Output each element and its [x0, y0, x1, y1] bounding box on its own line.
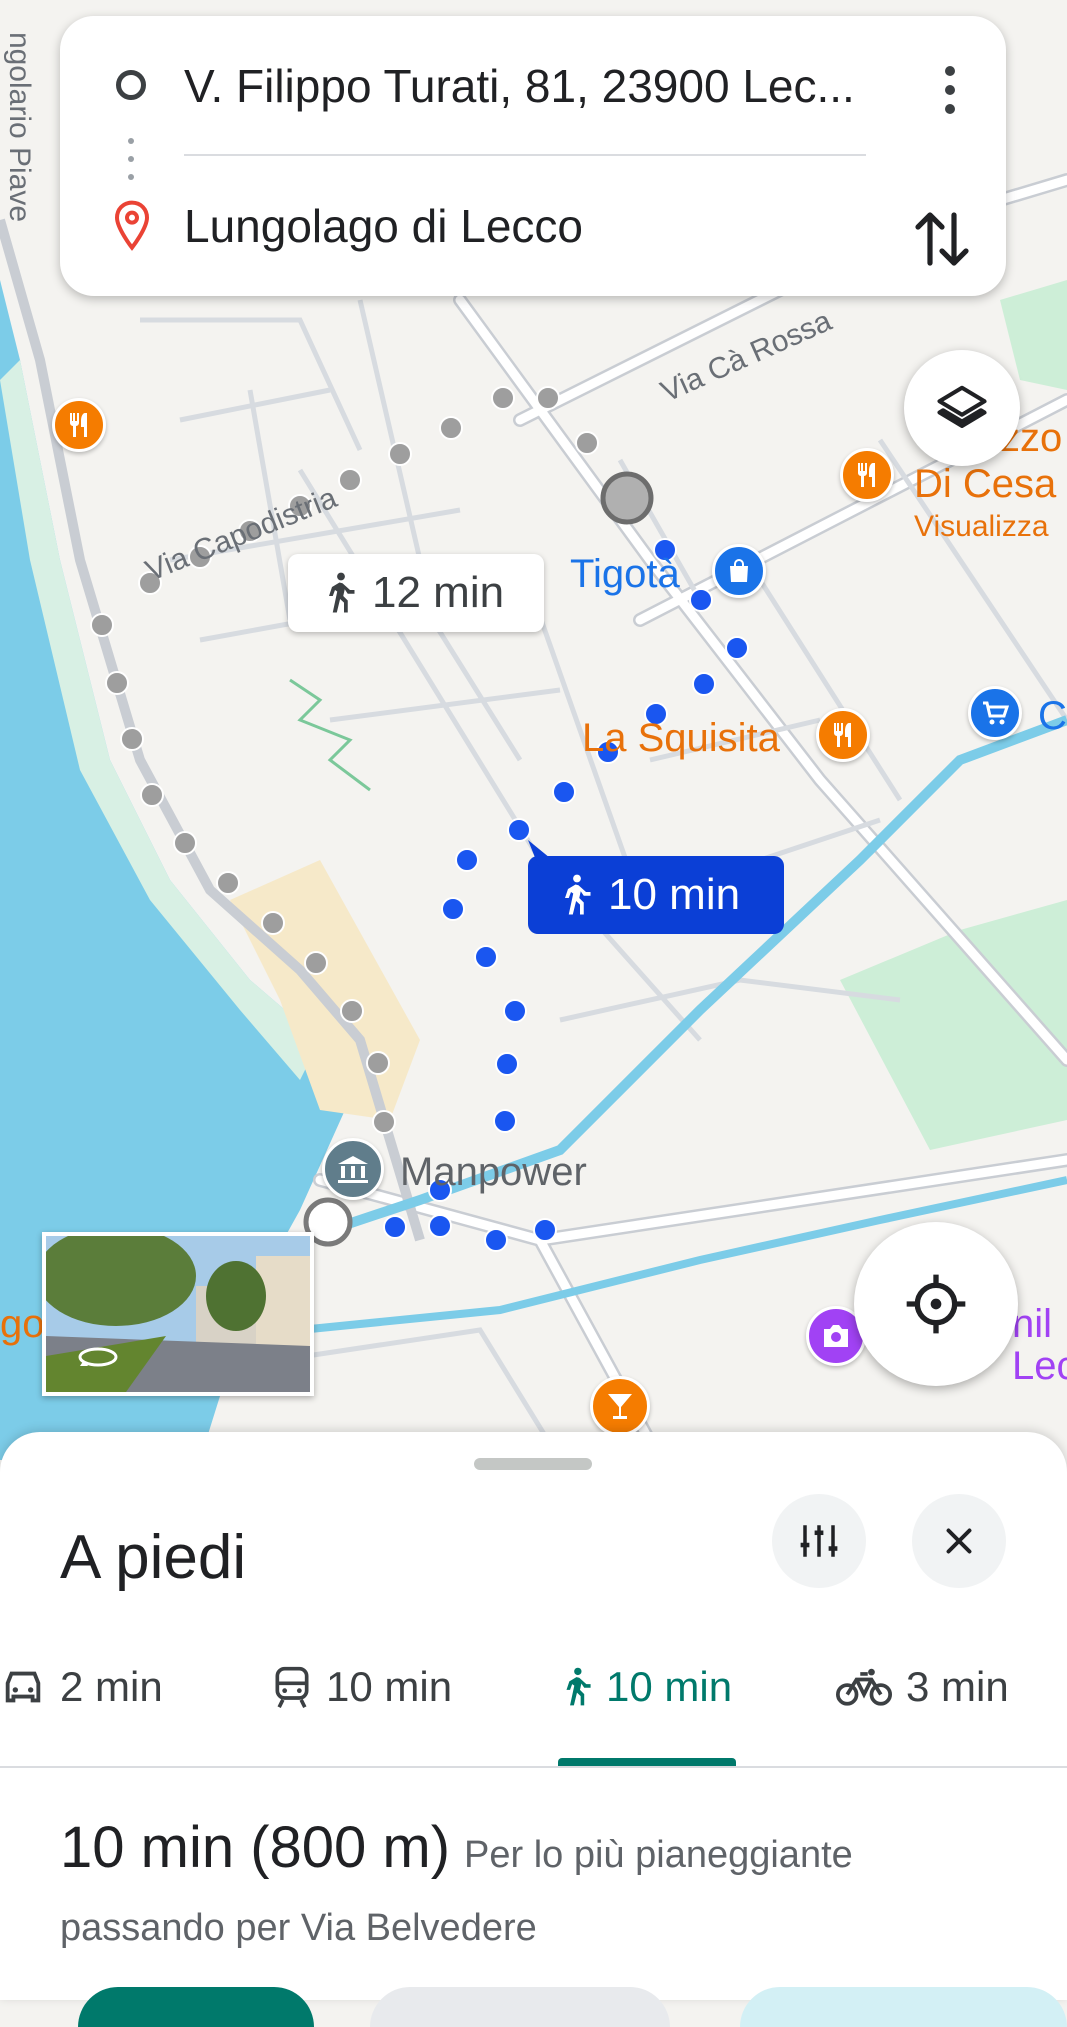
place-label-visualizza[interactable]: Visualizza — [914, 510, 1049, 544]
place-label-di-cesa[interactable]: Di Cesa — [914, 462, 1056, 507]
place-label-manpower[interactable]: Manpower — [400, 1150, 587, 1195]
place-label-lec: Lec — [1012, 1344, 1067, 1388]
start-button-partial[interactable] — [78, 1987, 314, 2027]
close-icon — [946, 1528, 972, 1554]
badge-pointer — [528, 840, 550, 870]
walk-icon — [565, 874, 591, 915]
mode-label-walk: 10 min — [606, 1663, 733, 1710]
location-pin-icon — [114, 200, 150, 251]
cocktail-bar-icon[interactable] — [590, 1376, 650, 1436]
destination-field[interactable]: Lungolago di Lecco — [184, 176, 583, 276]
place-label-nil: nil — [1012, 1302, 1053, 1346]
steps-button-partial[interactable] — [370, 1987, 670, 2027]
route-options-button[interactable] — [772, 1494, 866, 1588]
restaurant-icon[interactable] — [52, 398, 106, 452]
mode-label-transit: 10 min — [326, 1663, 453, 1710]
mode-label-drive: 2 min — [60, 1663, 163, 1710]
crosshair-icon — [906, 1274, 966, 1334]
bike-icon — [836, 1668, 892, 1706]
rotate-360-icon — [78, 1347, 118, 1367]
layers-button[interactable] — [904, 350, 1020, 466]
route-summary: 10 min (800 m) Per lo più pianeggiante — [60, 1814, 853, 1881]
route-via: passando per Via Belvedere — [60, 1907, 537, 1949]
mode-tab-transit[interactable]: 10 min — [272, 1657, 452, 1717]
place-label-c: C — [1038, 694, 1067, 738]
origin-circle-icon — [116, 70, 146, 100]
place-label-la-squisita[interactable]: La Squisita — [582, 716, 780, 761]
route-alt-duration-badge[interactable]: 12 min — [288, 554, 544, 632]
directions-card: V. Filippo Turati, 81, 23900 Lec... Lung… — [60, 16, 1006, 296]
route-start-marker — [600, 471, 654, 525]
share-button-partial[interactable] — [740, 1987, 1067, 2027]
tab-divider — [0, 1766, 1067, 1768]
more-options-icon[interactable] — [944, 66, 956, 114]
place-label-go: go — [0, 1302, 45, 1346]
my-location-button[interactable] — [854, 1222, 1018, 1386]
cart-icon[interactable] — [968, 686, 1022, 740]
place-label-tigota[interactable]: Tigotà — [570, 552, 680, 597]
car-icon — [5, 1671, 41, 1703]
building-icon[interactable] — [322, 1138, 384, 1200]
mode-tab-bike[interactable]: 3 min — [836, 1657, 1009, 1717]
route-main-duration-badge[interactable]: 10 min — [528, 856, 784, 934]
sheet-drag-handle[interactable] — [474, 1458, 592, 1470]
street-view-thumbnail[interactable] — [42, 1232, 314, 1396]
sheet-title: A piedi — [60, 1523, 247, 1592]
walk-icon — [329, 572, 355, 613]
route-terrain: Per lo più pianeggiante — [464, 1834, 853, 1876]
selected-tab-indicator — [558, 1758, 736, 1766]
street-label-lungolario: ngolario Piave — [3, 31, 37, 223]
route-time-distance: 10 min (800 m) — [60, 1815, 451, 1880]
close-button[interactable] — [912, 1494, 1006, 1588]
route-main-duration: 10 min — [608, 870, 741, 919]
mode-label-bike: 3 min — [906, 1663, 1009, 1710]
shopping-bag-icon[interactable] — [712, 544, 766, 598]
tune-icon — [800, 1525, 838, 1557]
restaurant-icon[interactable] — [816, 708, 870, 762]
directions-bottom-sheet: A piedi 2 min 10 min 10 min 3 min 10 min… — [0, 1432, 1067, 2027]
mode-tab-walk[interactable]: 10 min — [558, 1657, 732, 1717]
swap-icon[interactable] — [914, 206, 970, 272]
restaurant-icon[interactable] — [840, 448, 894, 502]
route-alt-duration: 12 min — [372, 568, 505, 617]
layers-icon — [937, 385, 987, 429]
train-icon — [275, 1666, 309, 1708]
mode-tab-drive[interactable]: 2 min — [0, 1657, 163, 1717]
walk-icon — [566, 1667, 591, 1706]
origin-field[interactable]: V. Filippo Turati, 81, 23900 Lec... — [184, 36, 855, 136]
